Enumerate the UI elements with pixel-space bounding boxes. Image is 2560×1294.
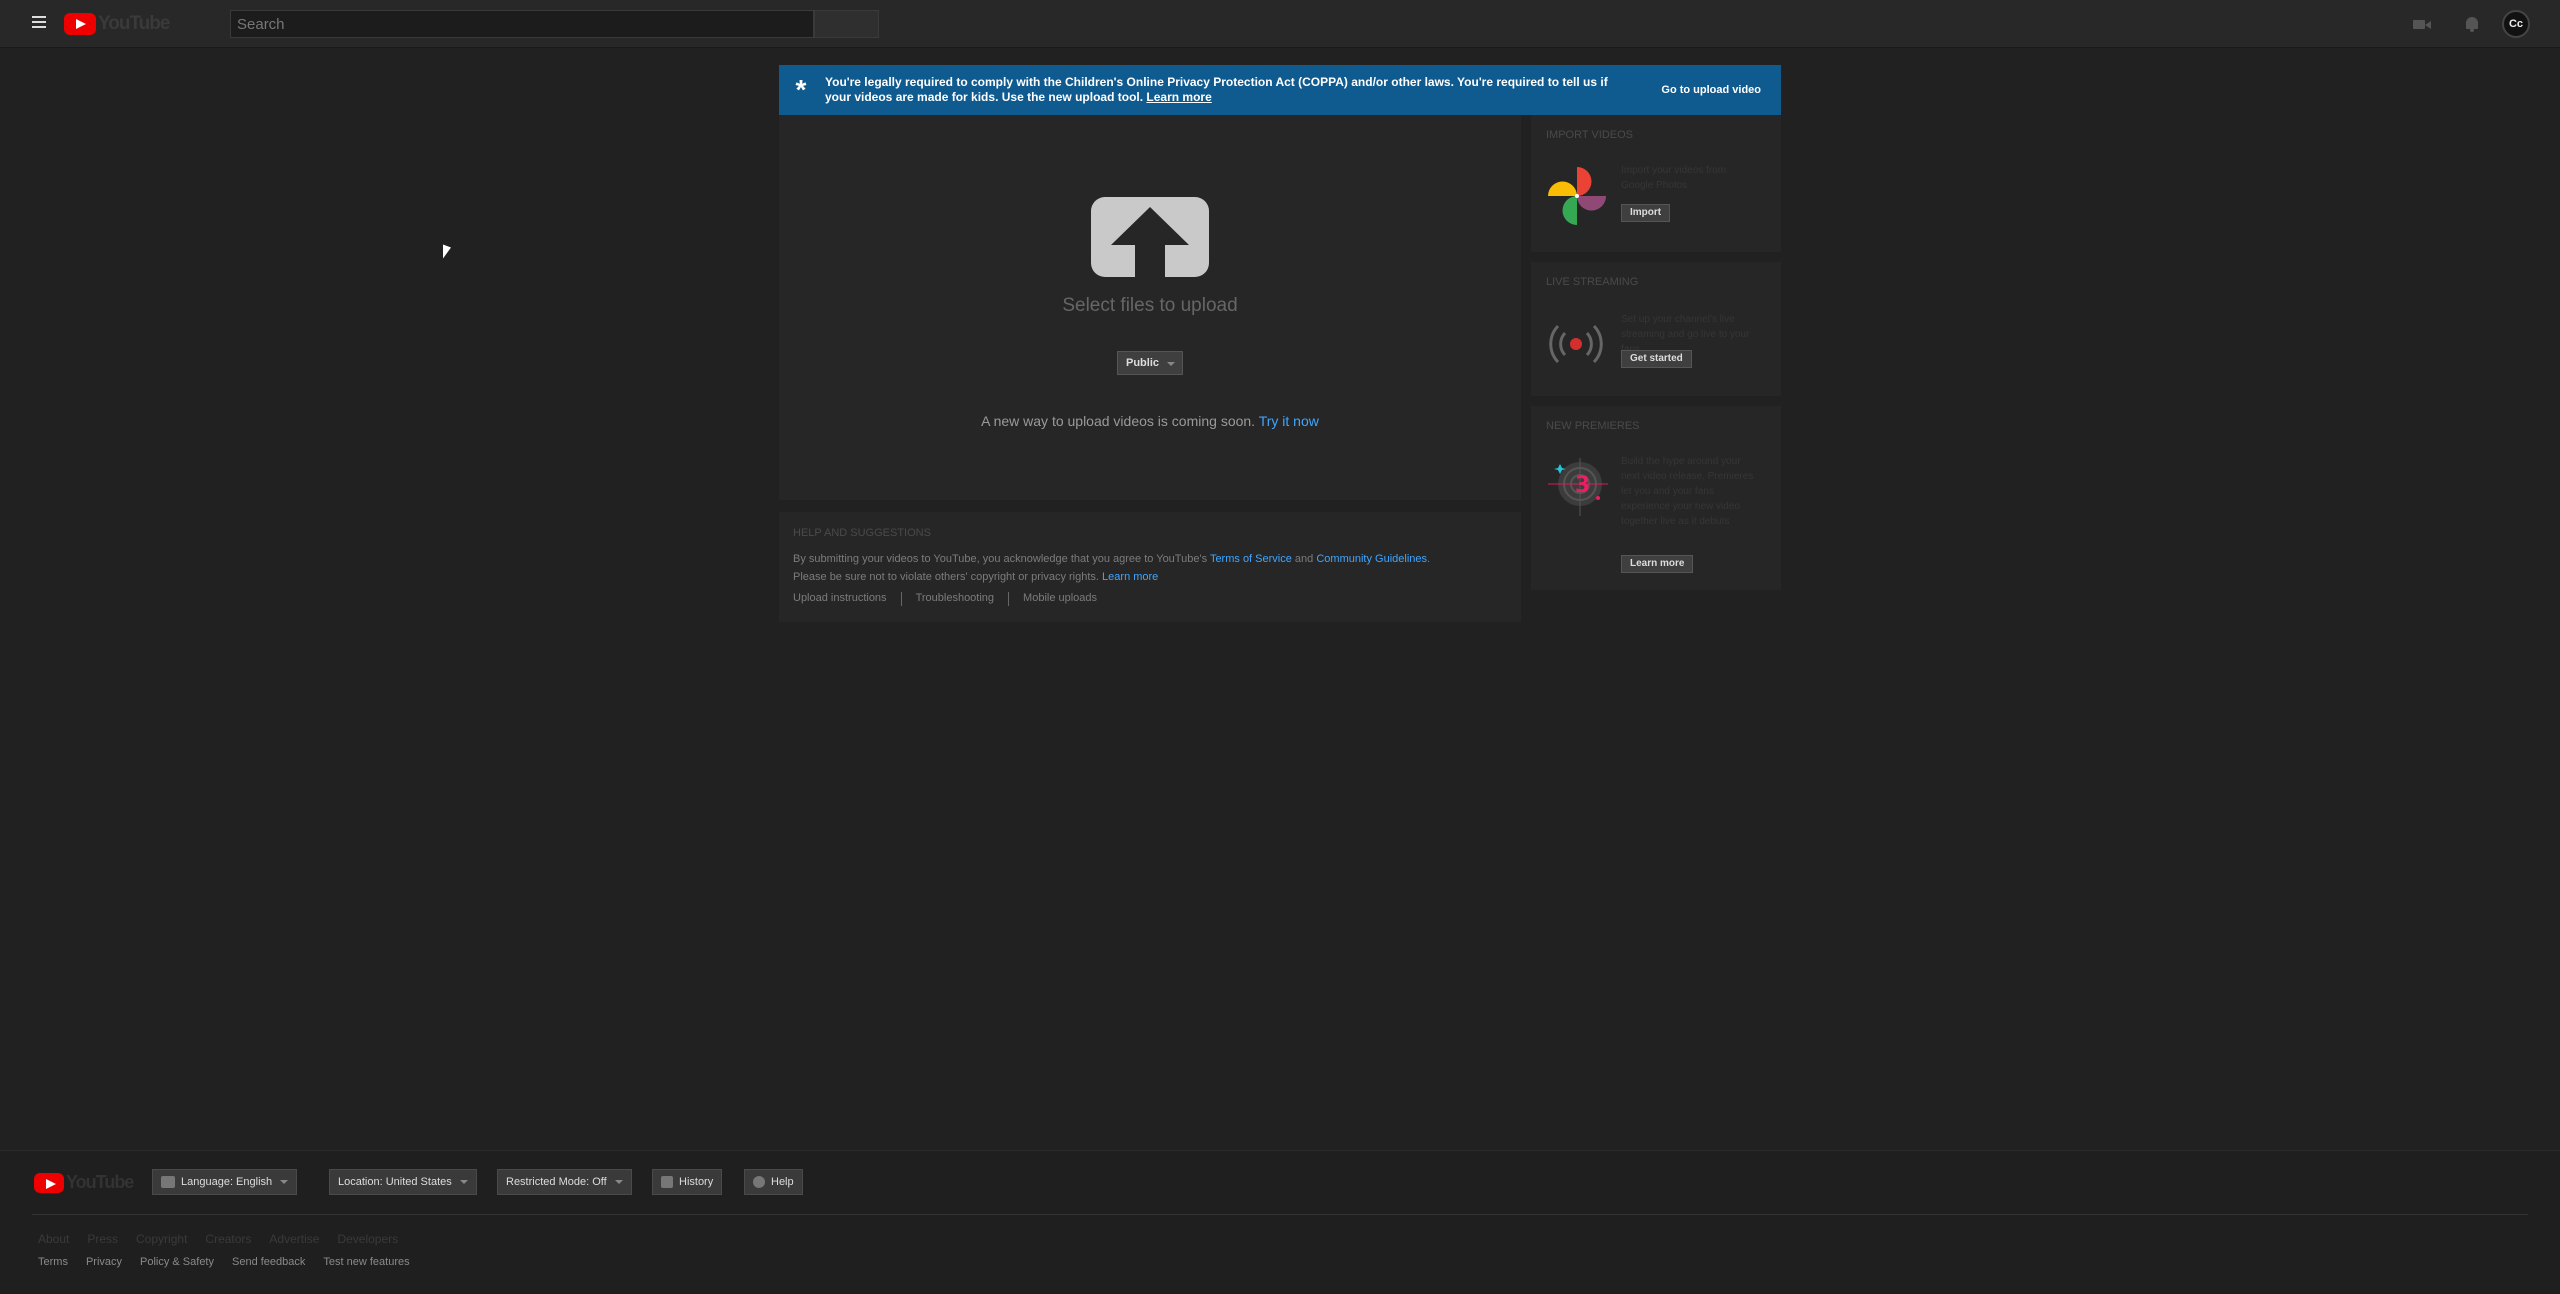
language-icon — [161, 1176, 175, 1188]
google-photos-pinwheel-icon — [1548, 167, 1606, 225]
footer-divider — [32, 1214, 2528, 1215]
footer-link-press[interactable]: Press — [87, 1232, 118, 1246]
import-button[interactable]: Import — [1621, 204, 1671, 222]
footer-link-policy-safety[interactable]: Policy & Safety — [140, 1256, 214, 1268]
mobile-uploads-link[interactable]: Mobile uploads — [1023, 592, 1097, 606]
help-icon — [753, 1176, 765, 1188]
footer-link-about[interactable]: About — [38, 1232, 69, 1246]
live-broadcast-icon — [1549, 324, 1603, 364]
location-button[interactable]: Location: United States — [329, 1169, 477, 1195]
divider — [1008, 592, 1010, 606]
logo-wordmark: YouTube — [98, 13, 170, 34]
banner-learn-more-link[interactable]: Learn more — [1146, 90, 1211, 104]
privacy-dropdown[interactable]: Public — [1117, 351, 1183, 375]
footer-link-privacy[interactable]: Privacy — [86, 1256, 122, 1268]
footer-logo-wordmark: YouTube — [66, 1172, 134, 1192]
new-premieres-card: NEW PREMIERES 3 Build the hype around yo… — [1531, 406, 1781, 590]
new-upload-notice: A new way to upload videos is coming soo… — [779, 413, 1521, 429]
live-streaming-title: LIVE STREAMING — [1546, 276, 1639, 288]
footer-link-send-feedback[interactable]: Send feedback — [232, 1256, 305, 1268]
help-panel: HELP AND SUGGESTIONS By submitting your … — [779, 512, 1521, 622]
terms-of-service-link[interactable]: Terms of Service — [1210, 553, 1292, 565]
help-text-1: By submitting your videos to YouTube, yo… — [793, 553, 1208, 565]
footer-links-secondary: Terms Privacy Policy & Safety Send feedb… — [38, 1256, 410, 1268]
go-to-upload-video-button[interactable]: Go to upload video — [1661, 84, 1761, 96]
help-text-2: Please be sure not to violate others' co… — [793, 571, 1099, 583]
import-title: IMPORT VIDEOS — [1546, 129, 1634, 141]
coppa-banner: * You're legally required to comply with… — [779, 65, 1781, 115]
restricted-mode-button[interactable]: Restricted Mode: Off — [497, 1169, 632, 1195]
youtube-play-icon — [34, 1172, 64, 1193]
upload-arrow-icon[interactable] — [1091, 197, 1209, 277]
footer-links-primary: About Press Copyright Creators Advertise… — [38, 1232, 398, 1246]
live-streaming-card: LIVE STREAMING Set up your channel's liv… — [1531, 262, 1781, 396]
chevron-down-icon — [459, 1180, 468, 1184]
help-label: Help — [771, 1176, 794, 1188]
svg-text:3: 3 — [1575, 473, 1590, 498]
notifications-bell-icon[interactable] — [2460, 12, 2484, 36]
hamburger-menu-icon[interactable] — [28, 13, 52, 35]
language-button[interactable]: Language: English — [152, 1169, 298, 1195]
chevron-down-icon — [614, 1180, 623, 1184]
import-videos-card: IMPORT VIDEOS Import your videos from Go… — [1531, 115, 1781, 252]
premieres-countdown-icon: 3 — [1548, 458, 1608, 516]
top-bar: YouTube Cc — [0, 0, 2560, 48]
footer-link-copyright[interactable]: Copyright — [136, 1232, 187, 1246]
help-links: Upload instructions Troubleshooting Mobi… — [793, 592, 1097, 606]
restricted-mode-label: Restricted Mode: Off — [506, 1176, 607, 1188]
try-it-now-link[interactable]: Try it now — [1259, 413, 1319, 429]
history-icon — [661, 1176, 673, 1188]
help-and: and — [1294, 553, 1314, 565]
footer-link-developers[interactable]: Developers — [337, 1232, 398, 1246]
premieres-description: Build the hype around your next video re… — [1621, 456, 1754, 527]
footer-link-advertise[interactable]: Advertise — [269, 1232, 319, 1246]
create-video-icon[interactable] — [2410, 12, 2434, 36]
chevron-down-icon — [280, 1180, 289, 1184]
location-label: Location: United States — [338, 1176, 452, 1188]
youtube-logo[interactable]: YouTube — [64, 12, 170, 36]
footer-link-creators[interactable]: Creators — [205, 1232, 251, 1246]
asterisk-icon: * — [795, 74, 807, 105]
premieres-title: NEW PREMIERES — [1546, 420, 1640, 432]
import-description: Import your videos from Google Photos — [1621, 165, 1727, 191]
select-files-label[interactable]: Select files to upload — [779, 295, 1521, 317]
new-way-text: A new way to upload videos is coming soo… — [981, 413, 1256, 429]
help-text: By submitting your videos to YouTube, yo… — [793, 553, 1431, 583]
language-label: Language: English — [181, 1176, 273, 1188]
footer-link-test-new-features[interactable]: Test new features — [323, 1256, 409, 1268]
banner-text: You're legally required to comply with t… — [825, 75, 1608, 104]
upload-instructions-link[interactable]: Upload instructions — [793, 592, 887, 606]
help-button[interactable]: Help — [744, 1169, 803, 1195]
search-button[interactable] — [814, 10, 879, 38]
avatar[interactable]: Cc — [2502, 10, 2530, 38]
divider — [900, 592, 902, 606]
search-input[interactable] — [230, 10, 814, 38]
history-label: History — [679, 1176, 714, 1188]
troubleshooting-link[interactable]: Troubleshooting — [916, 592, 994, 606]
youtube-play-icon — [64, 13, 96, 35]
footer: YouTube Language: English Location: Unit… — [0, 1150, 2560, 1294]
banner-message: You're legally required to comply with t… — [823, 75, 1617, 105]
footer-link-terms[interactable]: Terms — [38, 1256, 68, 1268]
help-learn-more-link[interactable]: Learn more — [1102, 571, 1158, 583]
community-guidelines-link[interactable]: Community Guidelines — [1316, 553, 1427, 565]
help-title: HELP AND SUGGESTIONS — [793, 527, 931, 539]
footer-youtube-logo[interactable]: YouTube — [34, 1172, 134, 1193]
history-button[interactable]: History — [652, 1169, 723, 1195]
get-started-button[interactable]: Get started — [1621, 350, 1692, 368]
mouse-cursor-icon — [443, 244, 451, 262]
upload-panel: Select files to upload Public A new way … — [779, 115, 1521, 500]
premieres-learn-more-button[interactable]: Learn more — [1621, 555, 1694, 573]
